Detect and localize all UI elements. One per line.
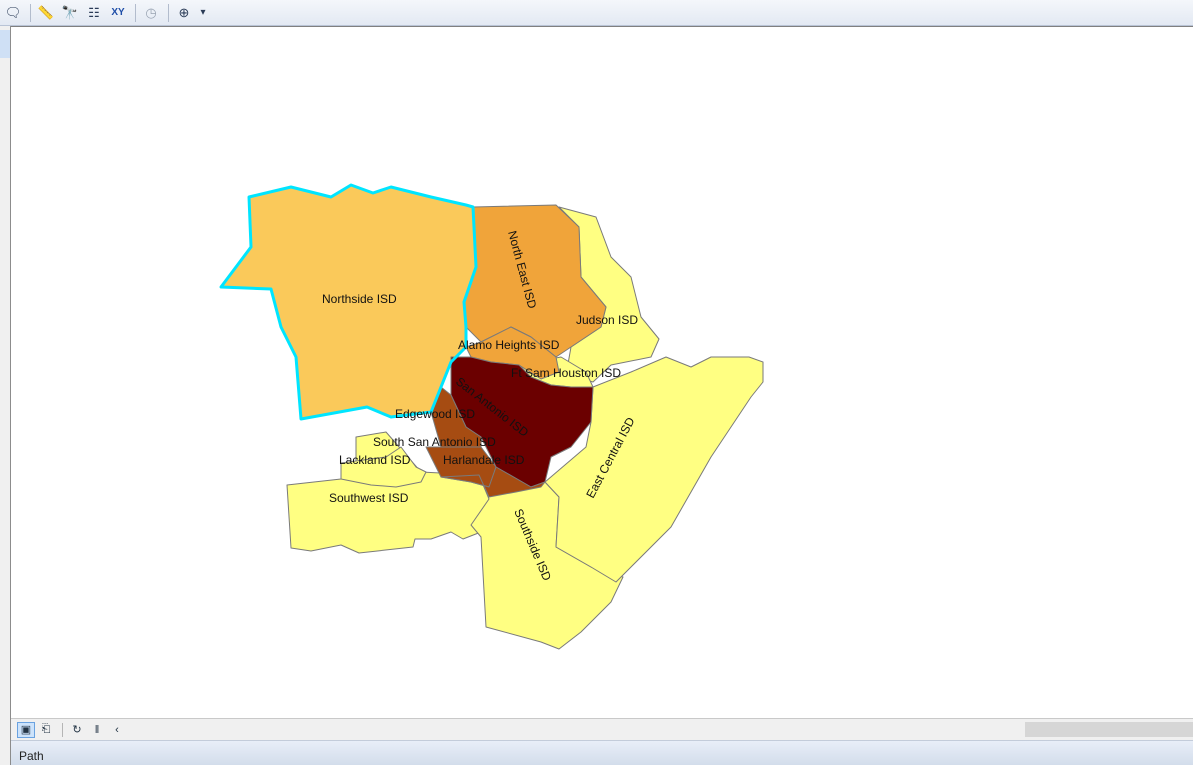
toolbar-separator [168, 3, 169, 22]
identify-icon[interactable]: ☷ [83, 2, 105, 24]
path-label: Path [19, 749, 44, 763]
measure-icon[interactable]: 📏 [35, 2, 57, 24]
find-icon[interactable]: 🔭 [59, 2, 81, 24]
tools-toolbar: 🗨 📏 🔭 ☷ XY ◷ ⊕ ▾ [0, 0, 1193, 26]
goto-xy-icon[interactable]: XY [107, 2, 129, 24]
label-ft-sam-houston-isd: Ft Sam Houston ISD [511, 366, 621, 380]
label-southwest-isd: Southwest ISD [329, 491, 409, 505]
layout-view-icon[interactable]: ⎗ [37, 722, 55, 738]
zoom-window-icon[interactable]: ⊕ [173, 2, 195, 24]
overflow-chevron-icon[interactable]: ▾ [197, 2, 209, 24]
horizontal-scrollbar[interactable] [1025, 722, 1193, 737]
toc-tab[interactable] [0, 30, 10, 58]
label-harlandale-isd: Harlandale ISD [443, 453, 525, 467]
label-edgewood-isd: Edgewood ISD [395, 407, 475, 421]
label-northside-isd: Northside ISD [322, 292, 397, 306]
html-popup-icon[interactable]: 🗨 [2, 2, 24, 24]
label-alamo-heights-isd: Alamo Heights ISD [458, 338, 560, 352]
toc-collapsed-strip [0, 26, 11, 765]
time-slider-icon[interactable]: ◷ [140, 2, 162, 24]
map-display[interactable]: Northside ISD North East ISD Judson ISD … [11, 26, 1193, 718]
bottom-panel: Path [11, 740, 1193, 765]
map-canvas[interactable]: Northside ISD North East ISD Judson ISD … [11, 27, 1193, 719]
label-south-san-antonio-isd: South San Antonio ISD [373, 435, 496, 449]
toolbar-separator [135, 3, 136, 22]
label-lackland-isd: Lackland ISD [339, 453, 411, 467]
scroll-left-icon[interactable]: ‹ [108, 722, 126, 738]
toolbar-separator [30, 3, 31, 22]
label-judson-isd: Judson ISD [576, 313, 638, 327]
view-toggle-bar: ▣ ⎗ ↻ ‖ ‹ [11, 718, 1193, 740]
refresh-icon[interactable]: ↻ [68, 722, 86, 738]
statusbar-separator [62, 722, 63, 737]
pause-icon[interactable]: ‖ [88, 722, 106, 738]
data-view-icon[interactable]: ▣ [17, 721, 35, 738]
